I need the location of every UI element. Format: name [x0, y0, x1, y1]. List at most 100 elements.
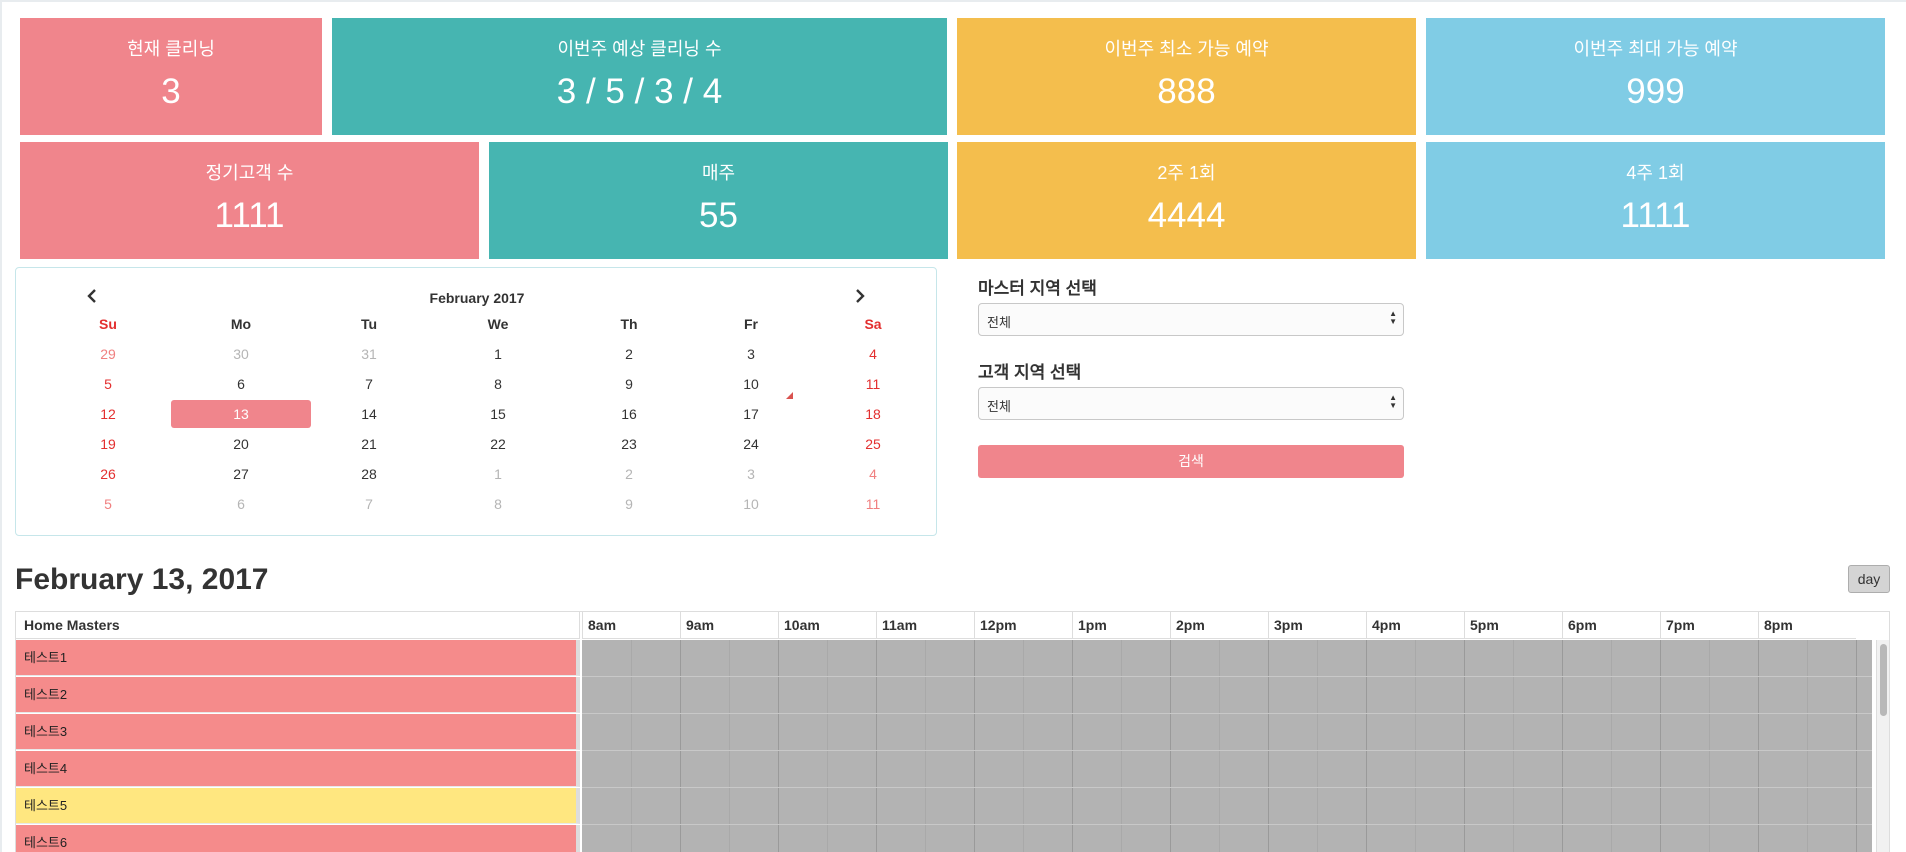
calendar-day[interactable]: 3 — [681, 340, 821, 368]
calendar-day[interactable]: 25 — [803, 430, 943, 458]
calendar-day[interactable]: 19 — [38, 430, 178, 458]
calendar-day[interactable]: 11 — [803, 370, 943, 398]
weekday-header: Tu — [360, 316, 378, 332]
resource-column-header: Home Masters — [16, 612, 580, 639]
master-row-label[interactable]: 테스트4 — [16, 751, 580, 787]
weekday-header: Mo — [230, 316, 252, 332]
weekday-header: Th — [620, 316, 638, 332]
time-slot-header: 10am — [778, 612, 876, 639]
event-marker — [786, 392, 793, 399]
calendar-day[interactable]: 2 — [559, 340, 699, 368]
calendar-day[interactable]: 20 — [171, 430, 311, 458]
calendar-day[interactable]: 12 — [38, 400, 178, 428]
chevron-right-icon — [856, 289, 865, 303]
stat-tile-every-4-weeks: 4주 1회 1111 — [1426, 142, 1885, 259]
timeline-slots-grid[interactable] — [582, 640, 1872, 852]
calendar-day-selected[interactable]: 13 — [171, 400, 311, 428]
calendar-day[interactable]: 7 — [299, 370, 439, 398]
time-gridline — [1856, 640, 1857, 852]
calendar-day[interactable]: 10 — [681, 370, 821, 398]
stat-value: 999 — [1626, 72, 1685, 111]
calendar-day[interactable]: 5 — [38, 370, 178, 398]
master-row-label[interactable]: 테스트3 — [16, 714, 580, 750]
scrollbar-thumb[interactable] — [1880, 644, 1887, 716]
calendar-month-title: February 2017 — [429, 290, 525, 306]
stat-label: 이번주 최대 가능 예약 — [1573, 39, 1738, 59]
calendar-day[interactable]: 8 — [428, 370, 568, 398]
time-slot-header: 12pm — [974, 612, 1072, 639]
calendar-day[interactable]: 26 — [38, 460, 178, 488]
row-gridline — [582, 824, 1872, 825]
stat-label: 매주 — [701, 163, 736, 183]
calendar-day[interactable]: 2 — [559, 460, 699, 488]
calendar-day[interactable]: 6 — [171, 490, 311, 518]
customer-region-label: 고객 지역 선택 — [978, 363, 1082, 382]
calendar-day[interactable]: 17 — [681, 400, 821, 428]
customer-region-value: 전체 — [987, 399, 1011, 414]
master-region-select[interactable]: 전체 ▲ ▼ — [978, 303, 1404, 336]
calendar-day[interactable]: 1 — [428, 460, 568, 488]
calendar-day[interactable]: 21 — [299, 430, 439, 458]
calendar-day[interactable]: 1 — [428, 340, 568, 368]
time-gridline — [680, 640, 681, 852]
stat-tile-expected-cleanings: 이번주 예상 클리닝 수 3 / 5 / 3 / 4 — [332, 18, 947, 135]
calendar-day[interactable]: 4 — [803, 340, 943, 368]
next-month-button[interactable] — [850, 286, 870, 306]
time-gridline — [1415, 640, 1416, 852]
calendar-day[interactable]: 24 — [681, 430, 821, 458]
calendar-day[interactable]: 16 — [559, 400, 699, 428]
calendar-day[interactable]: 14 — [299, 400, 439, 428]
stat-value: 3 / 5 / 3 / 4 — [556, 72, 723, 111]
timeline-scrollbar[interactable] — [1876, 640, 1889, 852]
master-row-label[interactable]: 테스트5 — [16, 788, 580, 824]
calendar-day[interactable]: 9 — [559, 370, 699, 398]
time-gridline — [729, 640, 730, 852]
time-slot-header: 1pm — [1072, 612, 1170, 639]
time-gridline — [1366, 640, 1367, 852]
calendar-day[interactable]: 18 — [803, 400, 943, 428]
time-gridline — [974, 640, 975, 852]
calendar-day[interactable]: 3 — [681, 460, 821, 488]
time-gridline — [1023, 640, 1024, 852]
calendar-day[interactable]: 23 — [559, 430, 699, 458]
row-gridline — [582, 750, 1872, 751]
calendar-day[interactable]: 11 — [803, 490, 943, 518]
calendar-day[interactable]: 29 — [38, 340, 178, 368]
calendar-day[interactable]: 8 — [428, 490, 568, 518]
time-gridline — [876, 640, 877, 852]
time-gridline — [1513, 640, 1514, 852]
time-gridline — [827, 640, 828, 852]
stat-label: 2주 1회 — [1157, 163, 1216, 183]
stat-value: 55 — [699, 196, 738, 235]
customer-region-select[interactable]: 전체 ▲ ▼ — [978, 387, 1404, 420]
search-button[interactable]: 검색 — [978, 445, 1404, 478]
master-row-label[interactable]: 테스트1 — [16, 640, 580, 676]
calendar-day[interactable]: 27 — [171, 460, 311, 488]
master-row-label[interactable]: 테스트6 — [16, 825, 580, 852]
day-view-button[interactable]: day — [1848, 565, 1890, 593]
time-gridline — [1317, 640, 1318, 852]
calendar-day[interactable]: 31 — [299, 340, 439, 368]
select-arrows-icon: ▲ ▼ — [1389, 309, 1397, 326]
row-gridline — [582, 676, 1872, 677]
stat-label: 4주 1회 — [1626, 163, 1685, 183]
calendar-day[interactable]: 9 — [559, 490, 699, 518]
calendar-day[interactable]: 15 — [428, 400, 568, 428]
time-gridline — [631, 640, 632, 852]
stat-tile-max-bookings: 이번주 최대 가능 예약 999 — [1426, 18, 1885, 135]
time-slot-header: 9am — [680, 612, 778, 639]
calendar-day[interactable]: 5 — [38, 490, 178, 518]
stat-value: 4444 — [1147, 196, 1226, 235]
time-gridline — [778, 640, 779, 852]
calendar-day[interactable]: 28 — [299, 460, 439, 488]
calendar-day[interactable]: 7 — [299, 490, 439, 518]
calendar-day[interactable]: 6 — [171, 370, 311, 398]
calendar-day[interactable]: 22 — [428, 430, 568, 458]
stat-label: 이번주 예상 클리닝 수 — [557, 39, 722, 59]
time-slot-header: 7pm — [1660, 612, 1758, 639]
stat-value: 888 — [1157, 72, 1216, 111]
master-row-label[interactable]: 테스트2 — [16, 677, 580, 713]
calendar-day[interactable]: 4 — [803, 460, 943, 488]
calendar-day[interactable]: 10 — [681, 490, 821, 518]
calendar-day[interactable]: 30 — [171, 340, 311, 368]
